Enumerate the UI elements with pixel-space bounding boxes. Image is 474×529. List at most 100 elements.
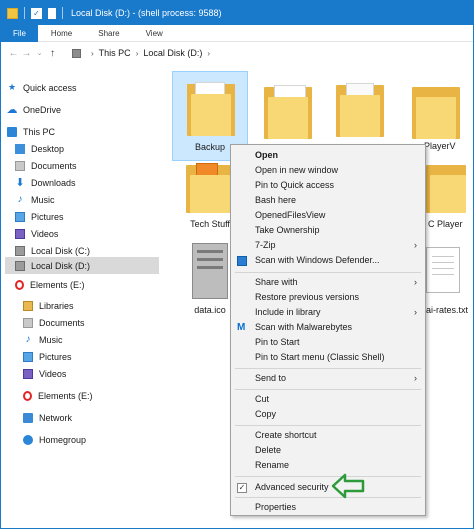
nav-item-label: Documents — [31, 160, 77, 171]
nav-item-pictures[interactable]: Pictures — [15, 208, 157, 225]
menu-item-share-with[interactable]: Share with › — [231, 275, 425, 290]
menu-item-open-new-window[interactable]: Open in new window — [231, 163, 425, 178]
nav-item-homegroup[interactable]: Homegroup — [23, 431, 157, 448]
nav-item-lib-videos[interactable]: Videos — [23, 365, 157, 382]
explorer-window: ✓ Local Disk (D:) - (shell process: 9588… — [0, 0, 474, 529]
menu-item-rename[interactable]: Rename — [231, 458, 425, 473]
nav-item-network[interactable]: Network — [23, 409, 157, 426]
drive-icon — [15, 260, 25, 271]
nav-item-downloads[interactable]: ⬇ Downloads — [15, 174, 157, 191]
toolbar-divider — [24, 7, 25, 19]
menu-item-take-ownership[interactable]: Take Ownership — [231, 223, 425, 238]
libraries-icon — [23, 300, 33, 311]
menu-item-delete[interactable]: Delete — [231, 443, 425, 458]
window-title: Local Disk (D:) - (shell process: 9588) — [71, 8, 222, 18]
nav-item-quick-access[interactable]: ★ Quick access — [7, 79, 157, 96]
menu-item-copy[interactable]: Copy — [231, 407, 425, 422]
nav-item-label: Pictures — [31, 211, 64, 222]
nav-item-lib-pictures[interactable]: Pictures — [23, 348, 157, 365]
menu-item-bash-here[interactable]: Bash here — [231, 193, 425, 208]
download-icon: ⬇ — [15, 177, 25, 189]
menu-item-7zip[interactable]: 7-Zip › — [231, 238, 425, 253]
nav-item-lib-documents[interactable]: Documents — [23, 314, 157, 331]
nav-item-documents[interactable]: Documents — [15, 157, 157, 174]
nav-item-label: Desktop — [31, 143, 65, 154]
breadcrumb-local-disk-d[interactable]: Local Disk (D:) — [143, 48, 202, 58]
chevron-right-icon[interactable]: › — [136, 49, 139, 58]
nav-item-music[interactable]: ♪ Music — [15, 191, 157, 208]
forward-arrow-icon[interactable]: → — [20, 48, 33, 59]
menu-item-pin-start[interactable]: Pin to Start — [231, 335, 425, 350]
drive-icon — [72, 48, 81, 58]
cloud-icon: ☁ — [6, 104, 18, 116]
nav-item-elements-e-2[interactable]: Elements (E:) — [23, 387, 157, 404]
menu-item-openedfilesview[interactable]: OpenedFilesView — [231, 208, 425, 223]
menu-item-create-shortcut[interactable]: Create shortcut — [231, 428, 425, 443]
nav-item-onedrive[interactable]: ☁ OneDrive — [7, 101, 157, 118]
back-arrow-icon[interactable]: ← — [7, 48, 20, 59]
nav-item-label: Elements (E:) — [30, 279, 85, 290]
menu-item-send-to[interactable]: Send to › — [231, 371, 425, 386]
chevron-right-icon: › — [414, 240, 417, 250]
computer-icon — [7, 126, 17, 137]
checkbox-icon: ✓ — [237, 483, 247, 493]
menu-item-cut[interactable]: Cut — [231, 392, 425, 407]
nav-item-lib-music[interactable]: ♪ Music — [23, 331, 157, 348]
menu-item-label: Share with — [255, 277, 298, 287]
menu-item-include-library[interactable]: Include in library › — [231, 305, 425, 320]
music-icon: ♪ — [25, 334, 31, 345]
menu-item-scan-malwarebytes[interactable]: M Scan with Malwarebytes — [231, 320, 425, 335]
tab-home[interactable]: Home — [38, 25, 85, 42]
nav-item-local-disk-d[interactable]: Local Disk (D:) — [5, 257, 159, 274]
menu-item-label: Restore previous versions — [255, 292, 360, 302]
menu-divider — [235, 389, 421, 390]
breadcrumb-this-pc[interactable]: This PC — [99, 48, 131, 58]
file-item-label: ai-rates.txt — [426, 305, 469, 315]
menu-item-advanced-security[interactable]: ✓ Advanced security — [231, 480, 425, 495]
address-bar: ← → ⌄ ↑ › This PC › Local Disk (D:) › — [1, 42, 473, 64]
tab-file[interactable]: File — [1, 25, 38, 42]
nav-item-label: Homegroup — [39, 434, 87, 445]
nav-item-libraries[interactable]: Libraries — [23, 297, 157, 314]
recent-dropdown-icon[interactable]: ⌄ — [33, 49, 46, 57]
menu-item-label: Pin to Quick access — [255, 180, 335, 190]
menu-item-label: Open in new window — [255, 165, 339, 175]
nav-item-videos[interactable]: Videos — [15, 225, 157, 242]
menu-item-scan-defender[interactable]: Scan with Windows Defender... — [231, 253, 425, 268]
menu-item-open[interactable]: Open — [231, 148, 425, 163]
malwarebytes-icon: M — [237, 322, 246, 333]
nav-item-elements-e[interactable]: Elements (E:) — [15, 276, 157, 293]
menu-item-label: Pin to Start — [255, 337, 300, 347]
properties-icon[interactable]: ✓ — [31, 7, 42, 19]
address-field[interactable]: › This PC › Local Disk (D:) › — [65, 44, 469, 62]
menu-item-properties[interactable]: Properties — [231, 500, 425, 515]
nav-item-label: Videos — [31, 228, 59, 239]
menu-item-restore-previous[interactable]: Restore previous versions — [231, 290, 425, 305]
chevron-right-icon[interactable]: › — [207, 49, 210, 58]
nav-item-label: Local Disk (C:) — [31, 245, 91, 256]
up-arrow-icon[interactable]: ↑ — [46, 48, 59, 59]
server-icon — [192, 243, 228, 299]
menu-item-label: Bash here — [255, 195, 297, 205]
new-folder-icon[interactable] — [48, 7, 56, 19]
nav-item-label: Music — [31, 194, 55, 205]
navigation-pane: ★ Quick access ☁ OneDrive This PC Deskto… — [1, 73, 161, 528]
nav-item-this-pc[interactable]: This PC — [7, 123, 157, 140]
nav-item-label: Documents — [39, 317, 85, 328]
nav-item-desktop[interactable]: Desktop — [15, 140, 157, 157]
menu-item-label: OpenedFilesView — [255, 210, 326, 220]
tab-view[interactable]: View — [133, 25, 176, 42]
chevron-right-icon[interactable]: › — [91, 49, 94, 58]
menu-item-pin-quick-access[interactable]: Pin to Quick access — [231, 178, 425, 193]
menu-item-pin-start-classic[interactable]: Pin to Start menu (Classic Shell) — [231, 350, 425, 365]
menu-item-label: Scan with Windows Defender... — [255, 255, 380, 265]
windows-defender-icon — [237, 256, 247, 266]
star-icon: ★ — [7, 82, 17, 92]
menu-item-label: Send to — [255, 373, 287, 383]
chevron-right-icon: › — [414, 373, 417, 383]
nav-item-label: Network — [39, 412, 73, 423]
menu-divider — [235, 368, 421, 369]
homegroup-icon — [23, 434, 33, 445]
title-bar[interactable]: ✓ Local Disk (D:) - (shell process: 9588… — [1, 1, 473, 25]
tab-share[interactable]: Share — [85, 25, 132, 42]
